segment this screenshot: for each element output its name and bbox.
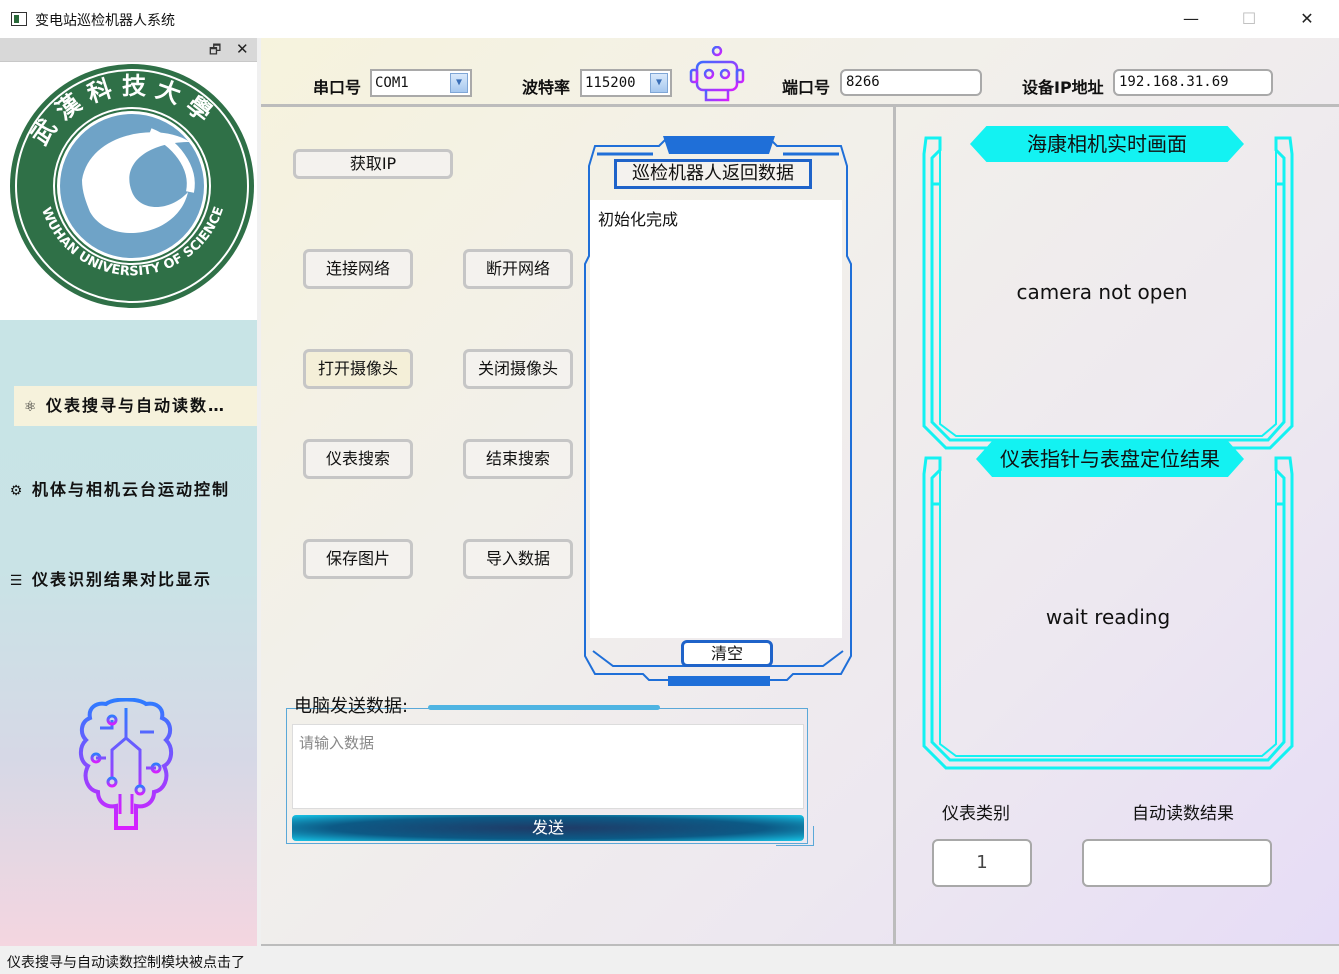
serial-port-select[interactable]: COM1 ▼ bbox=[370, 69, 472, 97]
disconnect-network-button[interactable]: 断开网络 bbox=[463, 249, 573, 289]
chevron-down-icon[interactable]: ▼ bbox=[650, 73, 668, 93]
send-data-input[interactable]: 请输入数据 bbox=[292, 724, 804, 809]
import-data-button[interactable]: 导入数据 bbox=[463, 539, 573, 579]
sidebar-item-motion-control[interactable]: ⚙ 机体与相机云台运动控制 bbox=[0, 470, 257, 510]
robot-icon bbox=[688, 45, 746, 108]
send-data-label: 电脑发送数据: bbox=[294, 696, 409, 717]
close-camera-button[interactable]: 关闭摄像头 bbox=[463, 349, 573, 389]
sidebar-item-meter-search[interactable]: ⚛ 仪表搜寻与自动读数… bbox=[14, 386, 257, 426]
connect-network-button[interactable]: 连接网络 bbox=[303, 249, 413, 289]
meter-type-label: 仪表类别 bbox=[942, 804, 1010, 824]
auto-reading-output bbox=[1082, 839, 1272, 887]
window-title: 变电站巡检机器人系统 bbox=[35, 13, 175, 29]
clear-button[interactable]: 清空 bbox=[681, 640, 773, 667]
open-camera-button[interactable]: 打开摄像头 bbox=[303, 349, 413, 389]
sidebar-item-label: 机体与相机云台运动控制 bbox=[32, 480, 231, 499]
port-label: 端口号 bbox=[782, 78, 831, 97]
app-icon bbox=[11, 12, 27, 26]
end-search-button[interactable]: 结束搜索 bbox=[463, 439, 573, 479]
meter-type-output: 1 bbox=[932, 839, 1032, 887]
brain-circuit-icon bbox=[76, 697, 176, 844]
sidebar-item-label: 仪表识别结果对比显示 bbox=[32, 570, 213, 589]
status-message: 仪表搜寻与自动读数控制模块被点击了 bbox=[7, 955, 245, 971]
save-image-button[interactable]: 保存图片 bbox=[303, 539, 413, 579]
accent-line bbox=[428, 705, 660, 710]
result-panel-title: 仪表指针与表盘定位结果 bbox=[976, 441, 1244, 477]
device-ip-input[interactable]: 192.168.31.69 bbox=[1113, 69, 1273, 96]
sidebar-item-label: 仪表搜寻与自动读数… bbox=[46, 396, 227, 415]
minimize-button[interactable]: — bbox=[1168, 6, 1214, 32]
robot-data-text-area[interactable] bbox=[590, 200, 842, 638]
serial-port-label: 串口号 bbox=[313, 78, 362, 97]
robot-data-content: 初始化完成 bbox=[598, 210, 679, 229]
send-button[interactable]: 发送 bbox=[292, 815, 804, 841]
restore-icon[interactable]: 🗗 bbox=[209, 41, 221, 63]
auto-reading-label: 自动读数结果 bbox=[1132, 804, 1234, 824]
device-ip-label: 设备IP地址 bbox=[1022, 78, 1104, 97]
divider bbox=[261, 104, 1339, 107]
meter-search-button[interactable]: 仪表搜索 bbox=[303, 439, 413, 479]
robot-data-title: 巡检机器人返回数据 bbox=[614, 159, 812, 189]
divider bbox=[893, 107, 896, 946]
close-icon[interactable]: ✕ bbox=[236, 40, 249, 58]
serial-port-value: COM1 bbox=[375, 75, 409, 91]
close-window-button[interactable]: ✕ bbox=[1284, 6, 1330, 32]
baud-rate-select[interactable]: 115200 ▼ bbox=[580, 69, 672, 97]
university-logo: logo WUHAN UNIVERSITY OF SCIENCE AND TEC… bbox=[0, 51, 257, 320]
list-icon: ☰ bbox=[9, 573, 25, 589]
camera-status: camera not open bbox=[1016, 280, 1188, 304]
result-status: wait reading bbox=[1045, 605, 1171, 629]
get-ip-button[interactable]: 获取IP bbox=[293, 149, 453, 179]
chevron-down-icon[interactable]: ▼ bbox=[450, 73, 468, 93]
brain-icon: ⚛ bbox=[23, 399, 39, 415]
baud-rate-label: 波特率 bbox=[522, 78, 571, 97]
cubes-icon: ⚙ bbox=[9, 483, 25, 499]
title-bar bbox=[0, 0, 1339, 38]
port-input[interactable]: 8266 bbox=[840, 69, 982, 96]
maximize-button[interactable]: ☐ bbox=[1226, 6, 1272, 32]
sidebar-item-result-compare[interactable]: ☰ 仪表识别结果对比显示 bbox=[0, 560, 257, 600]
baud-rate-value: 115200 bbox=[585, 75, 636, 91]
camera-panel-title: 海康相机实时画面 bbox=[970, 126, 1244, 162]
